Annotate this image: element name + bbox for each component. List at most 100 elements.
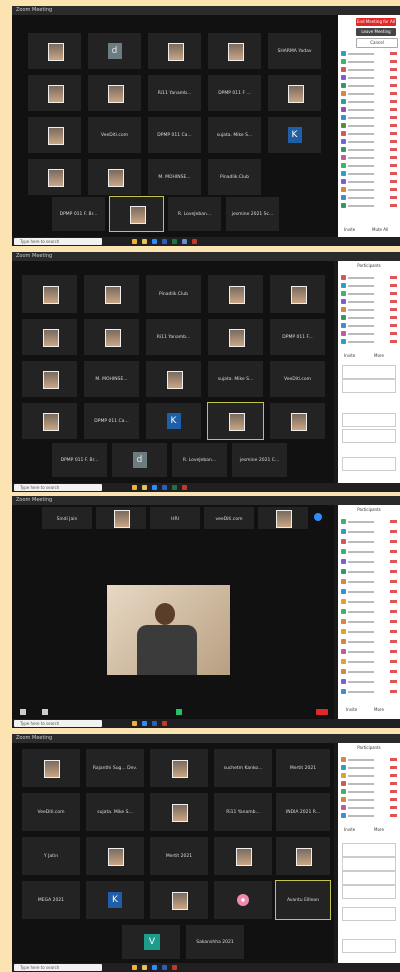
participant-tile[interactable] xyxy=(22,361,77,397)
active-speaker-tile[interactable] xyxy=(109,196,164,232)
participant-tile[interactable]: Pinadlik.Club xyxy=(146,275,201,313)
active-speaker-tile[interactable]: Avantu Elllean xyxy=(275,880,331,920)
invite-button[interactable]: Invite xyxy=(346,707,357,712)
participant-row[interactable] xyxy=(341,51,397,57)
taskbar-search[interactable]: Type here to search xyxy=(14,484,102,491)
chat-input[interactable] xyxy=(342,939,396,953)
participant-tile[interactable]: VeeDiti.com xyxy=(270,361,325,397)
participant-tile[interactable]: SHARMA Yadav xyxy=(268,33,321,69)
participant-tile[interactable]: MEGA 2021 xyxy=(22,881,80,919)
participant-row[interactable] xyxy=(341,589,397,595)
end-meeting-button[interactable] xyxy=(316,709,328,715)
chrome-icon[interactable] xyxy=(132,485,137,490)
participant-row[interactable] xyxy=(341,679,397,685)
participant-tile[interactable]: M. MOHINSE... xyxy=(84,361,139,397)
word-icon[interactable] xyxy=(152,721,157,726)
participant-tile[interactable]: Sakanshha 2021 xyxy=(186,925,244,959)
invite-button[interactable]: Invite xyxy=(344,827,355,832)
participant-row[interactable] xyxy=(341,275,397,281)
participant-tile[interactable] xyxy=(214,837,272,875)
participant-tile[interactable] xyxy=(22,749,80,787)
participant-tile[interactable] xyxy=(28,117,81,153)
participant-row[interactable] xyxy=(341,131,397,137)
participant-tile[interactable]: K xyxy=(86,881,144,919)
participant-tile[interactable] xyxy=(84,275,139,313)
participant-tile[interactable]: HRI xyxy=(150,507,200,529)
more-button[interactable]: More xyxy=(374,353,384,358)
participant-tile[interactable]: veeDiti.com xyxy=(204,507,254,529)
participant-tile[interactable] xyxy=(208,275,263,313)
participant-tile[interactable]: VeeDiti.com xyxy=(88,117,141,153)
share-screen-icon[interactable] xyxy=(176,709,182,715)
participant-tile[interactable]: INDIA 2021 R... xyxy=(276,793,330,831)
participant-tile[interactable]: Y Jatin xyxy=(22,837,80,875)
participant-row[interactable] xyxy=(341,339,397,345)
word-icon[interactable] xyxy=(162,485,167,490)
participant-tile[interactable] xyxy=(268,75,321,111)
participant-tile[interactable] xyxy=(86,837,144,875)
participant-tile[interactable] xyxy=(28,75,81,111)
participant-tile[interactable]: DPMP 011 Ca... xyxy=(148,117,201,153)
participant-tile[interactable] xyxy=(276,837,330,875)
participant-tile[interactable]: Rajanthi Sug... Dev. xyxy=(86,749,144,787)
participant-tile[interactable] xyxy=(208,319,263,355)
more-button[interactable]: More xyxy=(374,827,384,832)
participant-row[interactable] xyxy=(341,307,397,313)
participant-tile[interactable]: K xyxy=(146,403,201,439)
participant-tile[interactable] xyxy=(150,749,208,787)
app-icon[interactable] xyxy=(182,485,187,490)
participant-tile[interactable]: Pinadlik.Club xyxy=(208,159,261,195)
participant-tile[interactable]: Sindi Jain xyxy=(42,507,92,529)
participant-row[interactable] xyxy=(341,315,397,321)
participant-row[interactable] xyxy=(341,659,397,665)
participant-row[interactable] xyxy=(341,323,397,329)
participant-tile[interactable]: d xyxy=(112,443,167,477)
store-icon[interactable] xyxy=(182,239,187,244)
participant-tile[interactable]: Ri11 Yanamb... xyxy=(214,793,272,831)
participant-tile[interactable] xyxy=(28,159,81,195)
participant-row[interactable] xyxy=(341,283,397,289)
participant-tile[interactable] xyxy=(270,275,325,313)
participant-row[interactable] xyxy=(341,539,397,545)
participant-row[interactable] xyxy=(341,813,397,819)
zoom-icon[interactable] xyxy=(142,721,147,726)
participant-row[interactable] xyxy=(341,291,397,297)
participant-row[interactable] xyxy=(341,91,397,97)
participant-row[interactable] xyxy=(341,123,397,129)
video-icon[interactable] xyxy=(42,709,48,715)
participant-row[interactable] xyxy=(341,107,397,113)
chat-input[interactable] xyxy=(342,457,396,471)
leave-meeting-button[interactable]: Leave Meeting xyxy=(356,28,396,36)
participant-tile[interactable]: DPMP 011 F ... xyxy=(208,75,261,111)
end-meeting-for-all-button[interactable]: End Meeting for All xyxy=(356,18,396,26)
participant-row[interactable] xyxy=(341,619,397,625)
excel-icon[interactable] xyxy=(172,239,177,244)
mute-icon[interactable] xyxy=(20,709,26,715)
folder-icon[interactable] xyxy=(142,485,147,490)
taskbar-search[interactable]: Type here to search xyxy=(14,238,102,245)
participant-row[interactable] xyxy=(341,599,397,605)
invite-button[interactable]: Invite xyxy=(344,353,355,358)
chrome-icon[interactable] xyxy=(132,721,137,726)
participant-row[interactable] xyxy=(341,781,397,787)
chrome-icon[interactable] xyxy=(132,965,137,970)
app-icon[interactable] xyxy=(172,965,177,970)
participant-tile[interactable] xyxy=(22,319,77,355)
app-icon[interactable] xyxy=(162,721,167,726)
participant-row[interactable] xyxy=(341,115,397,121)
participant-tile[interactable] xyxy=(150,793,208,831)
participant-row[interactable] xyxy=(341,75,397,81)
participant-tile[interactable] xyxy=(148,33,201,69)
participant-row[interactable] xyxy=(341,299,397,305)
participant-tile[interactable]: suchetm Kanko... xyxy=(214,749,272,787)
participant-tile[interactable]: VeeDiti.com xyxy=(22,793,80,831)
zoom-icon[interactable] xyxy=(152,965,157,970)
participant-row[interactable] xyxy=(341,139,397,145)
participant-tile[interactable]: jesmine 2021 Sc... xyxy=(226,197,279,231)
next-page-icon[interactable] xyxy=(314,513,322,521)
participant-tile[interactable]: Mertit 2021 xyxy=(276,749,330,787)
participant-row[interactable] xyxy=(341,155,397,161)
participant-row[interactable] xyxy=(341,549,397,555)
participant-tile[interactable] xyxy=(22,403,77,439)
participant-row[interactable] xyxy=(341,639,397,645)
